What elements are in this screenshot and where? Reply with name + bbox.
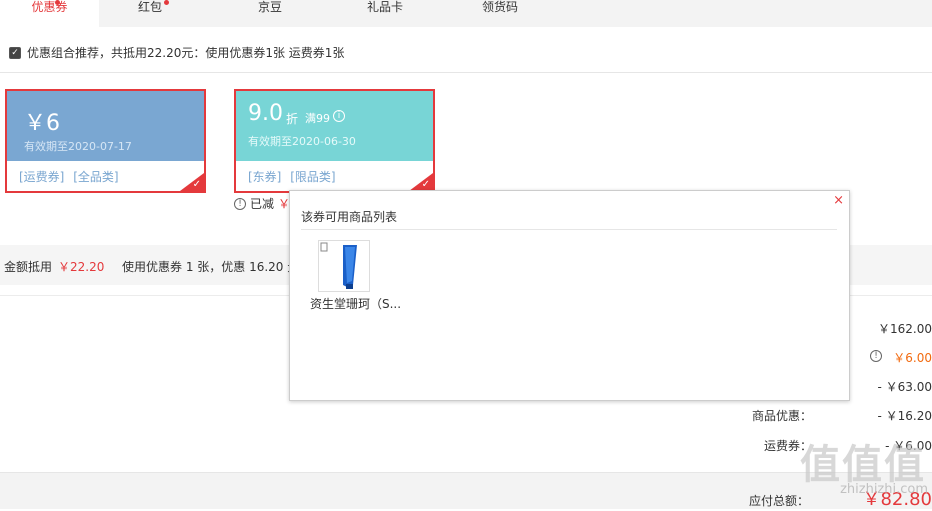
divider [301,229,837,230]
popup-title: 该券可用商品列表 [301,208,397,225]
product-discount-label: 商品优惠： [752,407,812,424]
coupon-expiry: 有效期至2020-07-17 [24,138,132,154]
deduct-label: 金额抵用 [4,258,52,275]
reduced-label: 已减 [250,195,274,212]
info-icon[interactable]: ! [870,350,882,362]
tab-label: 礼品卡 [367,0,403,14]
coupon-tag[interactable]: [限品类] [290,170,335,184]
product-image[interactable] [318,240,370,292]
applicable-products-popup: 该券可用商品列表 × 资生堂珊珂（S... [289,190,850,401]
check-icon: ✓ [193,180,201,190]
coupon-condition: 满99 [305,110,330,126]
coupon-amount: 9.0 [248,101,283,126]
notification-dot [55,0,60,5]
notification-dot [164,0,169,5]
watermark-url: zhizhizhi.com [840,482,928,497]
coupon-card-discount[interactable]: 9.0 折 满99 i 有效期至2020-06-30 [东券] [限品类] ✓ [234,89,435,193]
coupon-header: 9.0 折 满99 i 有效期至2020-06-30 [236,91,433,161]
coupon-tabs: 优惠券 红包 京豆 礼品卡 领货码 [0,0,932,27]
coupon-card-shipping[interactable]: ￥6 有效期至2020-07-17 [运费券] [全品类] ✓ [5,89,206,193]
coupon-unit: 折 [286,110,298,127]
tab-redeem-code[interactable]: 领货码 [450,0,550,27]
recommend-row: ✓ 优惠组合推荐，共抵用22.20元：使用优惠券1张 运费券1张 [9,44,344,61]
close-icon[interactable]: × [833,193,844,208]
info-icon[interactable]: i [333,110,345,122]
tab-red-packet[interactable]: 红包 [100,0,200,27]
tab-gift-card[interactable]: 礼品卡 [335,0,435,27]
tab-label: 领货码 [482,0,518,14]
tab-label: 优惠券 [31,0,67,14]
coupon-header: ￥6 有效期至2020-07-17 [7,91,204,161]
deduct-value: ￥22.20 [58,258,104,275]
coupon-amount: ￥6 [24,105,60,137]
info-icon: ! [234,198,246,210]
product-name[interactable]: 资生堂珊珂（S... [310,295,401,312]
reduced-note: ! 已减 ￥ [234,195,290,212]
product-tube-icon [319,241,369,291]
coupon-tag: [东券] [248,170,281,184]
tab-label: 红包 [138,0,162,14]
discount-amount: - ￥63.00 [878,378,932,395]
tab-coupons[interactable]: 优惠券 [0,0,99,27]
payable-label: 应付总额： [749,492,809,509]
product-discount-value: - ￥16.20 [878,407,932,424]
check-icon: ✓ [422,180,430,190]
coupon-tag: [运费券] [19,170,64,184]
coupon-expiry: 有效期至2020-06-30 [248,133,356,149]
total-amount: ￥162.00 [878,320,932,337]
coupon-tags: [运费券] [全品类] [19,168,124,185]
divider [0,72,932,73]
tab-jingdou[interactable]: 京豆 [220,0,320,27]
coupon-tags: [东券] [限品类] [248,168,341,185]
recommend-text: 优惠组合推荐，共抵用22.20元：使用优惠券1张 运费券1张 [27,44,344,61]
shipping-fee: ￥6.00 [893,349,932,366]
tab-label: 京豆 [258,0,282,14]
coupon-tag: [全品类] [73,170,118,184]
recommend-checkbox[interactable]: ✓ [9,47,21,59]
usage-text: 使用优惠券 1 张，优惠 16.20 元 [122,258,299,275]
